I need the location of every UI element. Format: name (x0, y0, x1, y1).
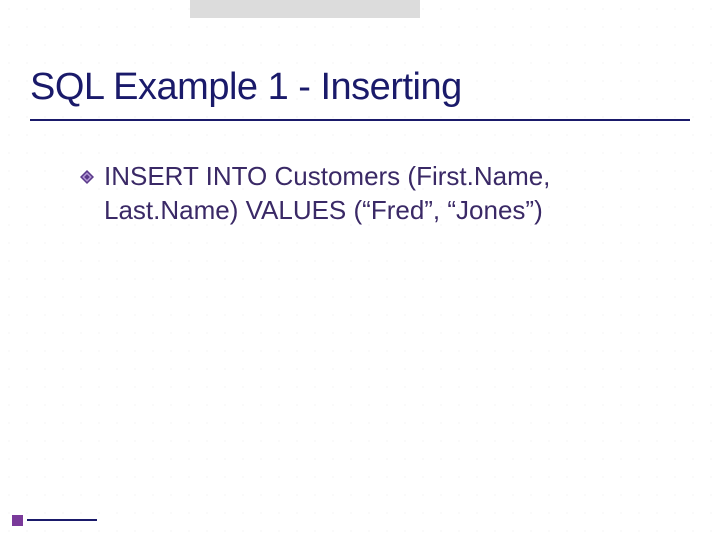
bullet-text: INSERT INTO Customers (First.Name, Last.… (104, 161, 550, 225)
corner-accent (12, 514, 97, 526)
template-topbar (190, 0, 420, 18)
body-block: INSERT INTO Customers (First.Name, Last.… (80, 160, 660, 228)
bullet-item: INSERT INTO Customers (First.Name, Last.… (80, 160, 660, 228)
title-underline (30, 119, 690, 121)
diamond-bullet-icon (80, 170, 94, 184)
slide-title: SQL Example 1 - Inserting (30, 66, 690, 109)
corner-square-icon (12, 515, 23, 526)
title-block: SQL Example 1 - Inserting (30, 66, 690, 129)
corner-rule (27, 519, 97, 521)
